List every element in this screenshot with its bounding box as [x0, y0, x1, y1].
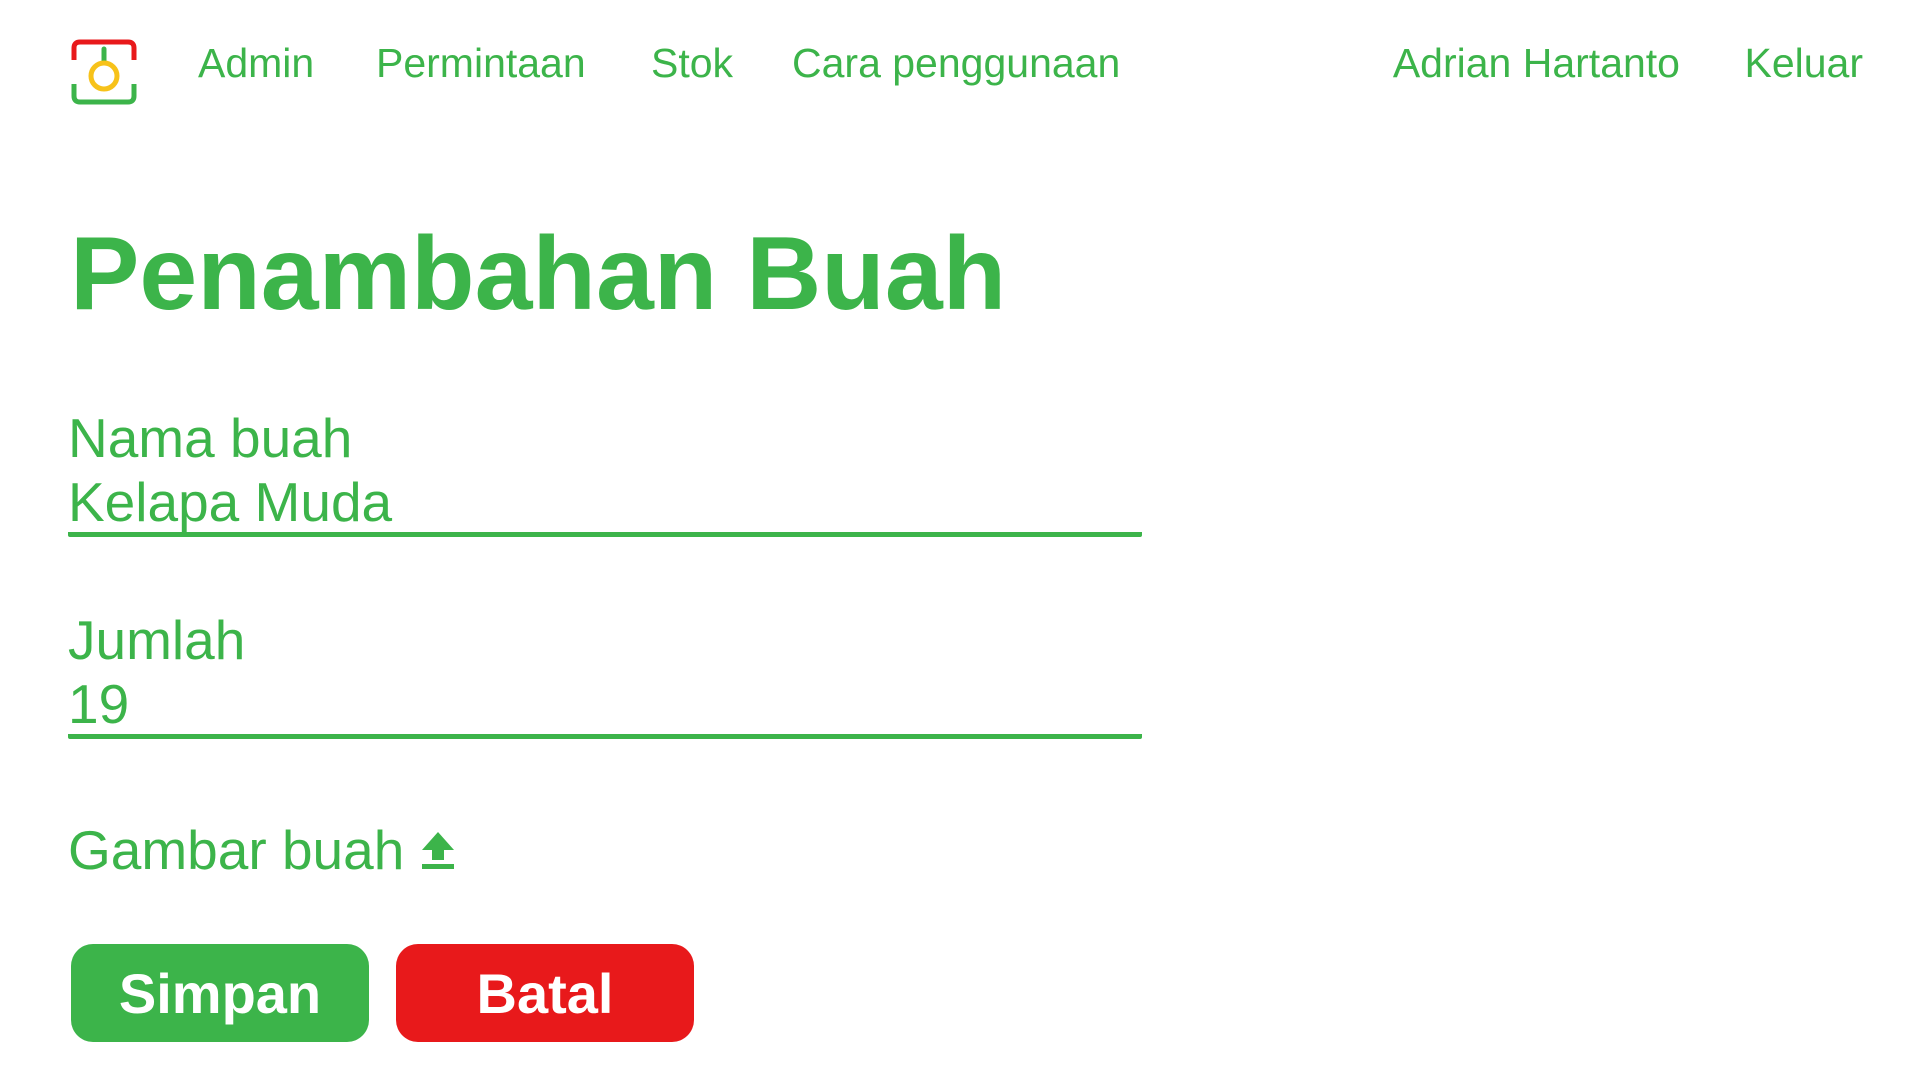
quantity-field: Jumlah — [68, 607, 1142, 739]
logout-link[interactable]: Keluar — [1744, 40, 1863, 87]
top-navigation: Admin Permintaan Stok Cara penggunaan Ad… — [0, 0, 1920, 130]
save-button[interactable]: Simpan — [71, 944, 369, 1042]
user-name-link[interactable]: Adrian Hartanto — [1393, 40, 1680, 87]
nav-link-stock[interactable]: Stok — [651, 40, 733, 87]
upload-icon[interactable] — [420, 830, 456, 870]
app-logo-icon[interactable] — [70, 38, 138, 106]
fruit-name-input[interactable] — [68, 471, 1142, 537]
fruit-name-field: Nama buah — [68, 405, 1142, 537]
quantity-label: Jumlah — [68, 609, 246, 671]
page-title: Penambahan Buah — [70, 216, 1007, 332]
fruit-image-label: Gambar buah — [68, 819, 405, 881]
fruit-name-label: Nama buah — [68, 407, 353, 469]
nav-link-requests[interactable]: Permintaan — [376, 40, 586, 87]
fruit-image-upload[interactable]: Gambar buah — [68, 818, 456, 882]
nav-link-how-to-use[interactable]: Cara penggunaan — [792, 40, 1120, 87]
quantity-input[interactable] — [68, 673, 1142, 739]
cancel-button[interactable]: Batal — [396, 944, 694, 1042]
nav-link-admin[interactable]: Admin — [198, 40, 314, 87]
